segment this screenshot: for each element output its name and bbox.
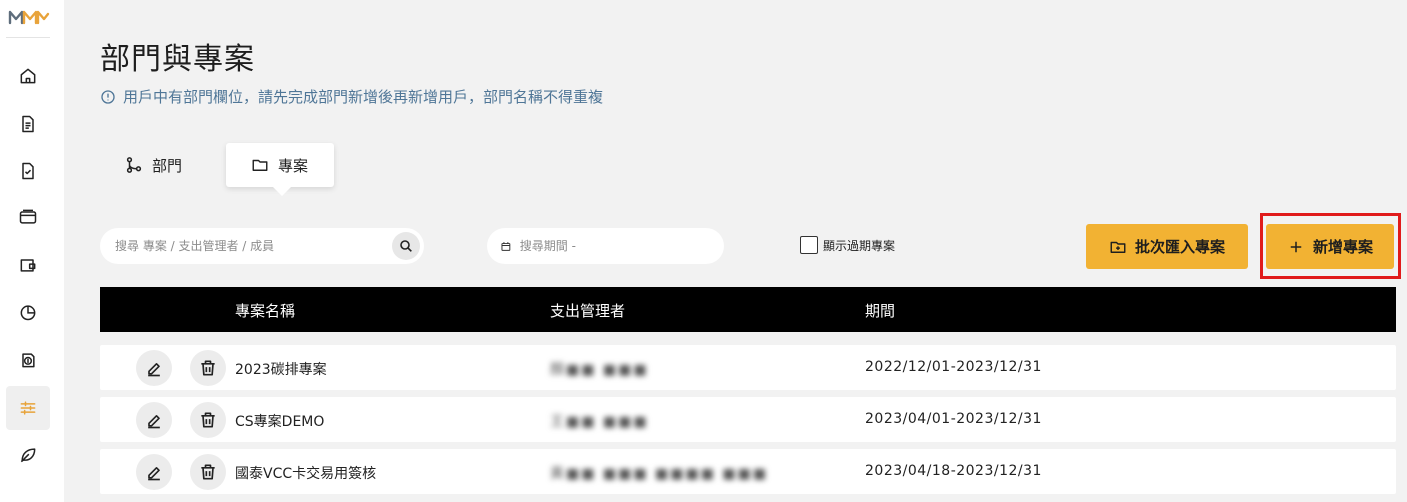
project-name: CS專案DEMO — [235, 414, 325, 430]
card-icon — [19, 209, 37, 224]
leaf-icon — [20, 448, 36, 463]
sidebar-divider — [6, 37, 50, 38]
tab-project[interactable]: 專案 — [226, 143, 334, 196]
sidebar-item-cards[interactable] — [6, 195, 50, 239]
sidebar-item-carbon[interactable] — [6, 433, 50, 477]
project-manager: 王■■ ■■■ — [550, 414, 649, 430]
show-expired-toggle[interactable]: 顯示過期專案 — [800, 236, 895, 254]
project-period: 2023/04/01-2023/12/31 — [865, 411, 1042, 427]
delete-button[interactable] — [190, 350, 226, 386]
delete-button[interactable] — [190, 402, 226, 438]
info-icon — [101, 89, 115, 104]
highlight-box — [1260, 213, 1401, 279]
table-row: CS專案DEMO 王■■ ■■■ 2023/04/01-2023/12/31 — [100, 397, 1396, 442]
home-icon — [20, 68, 36, 84]
edit-button[interactable] — [136, 402, 172, 438]
date-range-input[interactable] — [519, 239, 724, 253]
edit-button[interactable] — [136, 454, 172, 490]
show-expired-checkbox[interactable] — [800, 236, 818, 254]
sidebar-item-documents[interactable] — [6, 102, 50, 146]
trash-icon — [201, 464, 215, 480]
sidebar-item-home[interactable] — [6, 54, 50, 98]
column-header-name: 專案名稱 — [235, 302, 296, 320]
sidebar-item-settings[interactable] — [6, 386, 50, 430]
sidebar-item-reports[interactable] — [6, 290, 50, 334]
pencil-icon — [148, 467, 160, 481]
page-title: 部門與專案 — [100, 42, 255, 77]
date-range-picker[interactable] — [487, 228, 724, 264]
notice-text: 用戶中有部門欄位，請先完成部門新增後再新增用戶，部門名稱不得重複 — [123, 88, 604, 106]
delete-button[interactable] — [190, 454, 226, 490]
project-manager: 顏■■ ■■■ — [550, 362, 649, 378]
app-logo[interactable] — [8, 6, 50, 26]
column-header-period: 期間 — [865, 302, 896, 320]
project-name: 國泰VCC卡交易用簽核 — [235, 466, 377, 482]
edit-button[interactable] — [136, 350, 172, 386]
tab-department[interactable]: 部門 — [100, 143, 226, 187]
folder-icon — [252, 159, 268, 171]
pencil-icon — [148, 415, 160, 429]
batch-import-button[interactable]: 批次匯入專案 — [1086, 224, 1248, 269]
table-header: 專案名稱 支出管理者 期間 — [100, 287, 1396, 332]
sidebar-item-approvals[interactable] — [6, 149, 50, 193]
project-name: 2023碳排專案 — [235, 362, 327, 378]
folder-plus-icon — [1110, 241, 1126, 253]
search-icon — [400, 240, 412, 252]
file-check-icon — [22, 162, 34, 180]
search-input[interactable] — [115, 239, 375, 253]
search-box — [100, 228, 424, 264]
tab-department-label: 部門 — [152, 156, 183, 175]
project-period: 2022/12/01-2023/12/31 — [865, 359, 1042, 375]
trash-icon — [201, 360, 215, 376]
sidebar-item-expenses[interactable] — [6, 338, 50, 382]
branch-icon — [126, 157, 142, 173]
trash-icon — [201, 412, 215, 428]
sidebar — [0, 0, 64, 502]
notice: 用戶中有部門欄位，請先完成部門新增後再新增用戶，部門名稱不得重複 — [100, 86, 603, 107]
wallet-icon — [20, 259, 36, 272]
pie-chart-icon — [20, 305, 36, 321]
document-icon — [22, 115, 34, 133]
search-button[interactable] — [392, 232, 420, 260]
money-doc-icon — [22, 353, 35, 368]
column-header-manager: 支出管理者 — [550, 302, 626, 320]
table-row: 國泰VCC卡交易用簽核 黃■■ ■■■ ■■■■ ■■■ 2023/04/18-… — [100, 449, 1396, 494]
sliders-icon — [20, 401, 36, 415]
project-manager: 黃■■ ■■■ ■■■■ ■■■ — [550, 466, 769, 482]
calendar-icon — [501, 241, 511, 251]
project-period: 2023/04/18-2023/12/31 — [865, 463, 1042, 479]
tab-project-label: 專案 — [278, 156, 309, 175]
batch-import-label: 批次匯入專案 — [1134, 238, 1225, 256]
table-row: 2023碳排專案 顏■■ ■■■ 2022/12/01-2023/12/31 — [100, 345, 1396, 390]
sidebar-item-wallet[interactable] — [6, 243, 50, 287]
pencil-icon — [148, 363, 160, 377]
show-expired-label: 顯示過期專案 — [823, 238, 896, 253]
